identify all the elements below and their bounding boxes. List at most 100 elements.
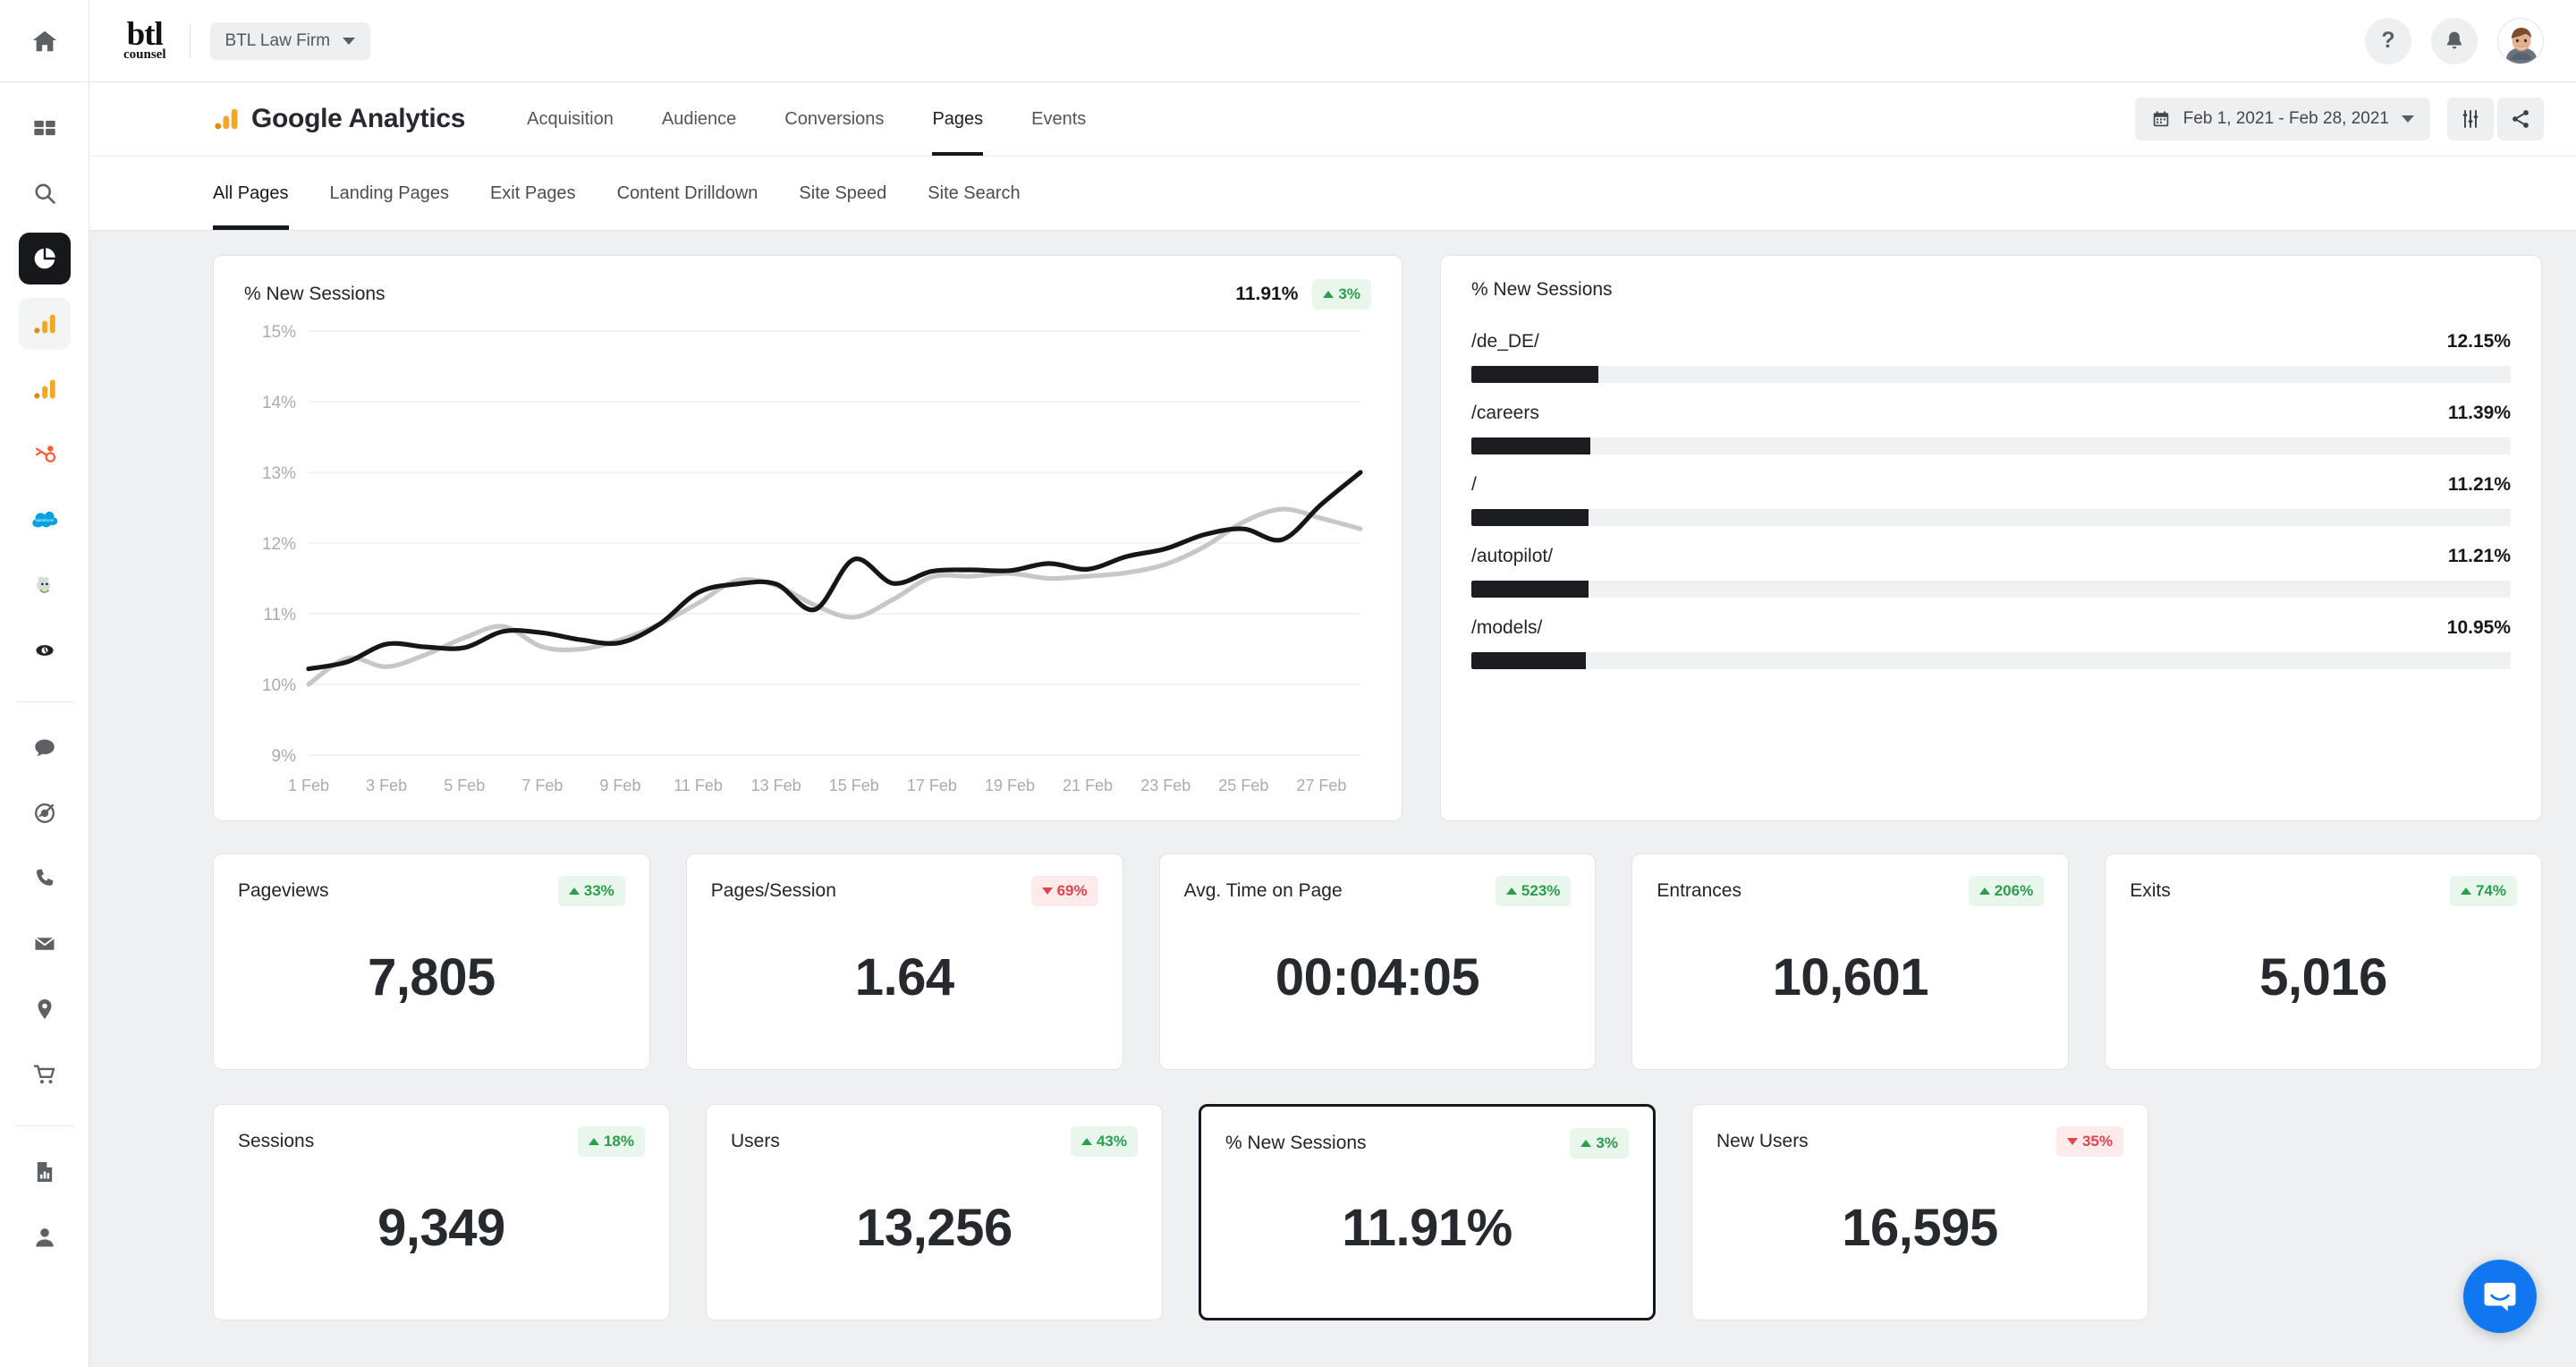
- sidebar-item-reports[interactable]: [18, 233, 71, 284]
- subtab-site-search[interactable]: Site Search: [907, 157, 1040, 230]
- new-sessions-chart-card: % New Sessions 11.91% 3% 15% 14% 13% 12% 11%…: [213, 255, 1402, 821]
- tab-acquisition[interactable]: Acquisition: [503, 82, 638, 156]
- list-item-bar-fill: [1471, 437, 1590, 454]
- brand-logo-main: btl: [126, 15, 164, 53]
- metric-card-label: Entrances: [1657, 880, 1741, 901]
- metric-card[interactable]: Pages/Session 69% 1.64: [685, 853, 1123, 1070]
- list-item[interactable]: /de_DE/12.15%: [1471, 331, 2511, 383]
- date-range-picker[interactable]: Feb 1, 2021 - Feb 28, 2021: [2134, 98, 2430, 140]
- avatar[interactable]: [2497, 17, 2544, 64]
- metric-card-header: Exits 74%: [2130, 876, 2517, 906]
- list-item-line: /careers 11.39%: [1471, 403, 2511, 424]
- sidebar-item-mailchimp[interactable]: [19, 559, 71, 611]
- workspace-selector[interactable]: BTL Law Firm: [209, 21, 371, 60]
- metric-card-delta-label: 35%: [2081, 1133, 2113, 1150]
- tab-audience[interactable]: Audience: [638, 82, 760, 156]
- subtab-landing-pages[interactable]: Landing Pages: [309, 157, 470, 230]
- list-item-line: /autopilot/11.21%: [1471, 546, 2511, 567]
- list-item-bar-track: [1471, 652, 2511, 669]
- sidebar-item-salesforce[interactable]: salesforce: [19, 494, 71, 546]
- envelope-icon: [34, 937, 55, 950]
- top-bar: btl counsel BTL Law Firm ?: [89, 0, 2576, 82]
- secondary-tabs: All Pages Landing Pages Exit Pages Conte…: [89, 157, 2576, 231]
- x-axis-tick-label: 1 Feb: [288, 777, 329, 794]
- metric-card[interactable]: Sessions 18% 9,349: [213, 1104, 670, 1320]
- sidebar-item-google-analytics-alt[interactable]: [19, 363, 71, 415]
- metric-card[interactable]: New Users 35% 16,595: [1691, 1104, 2148, 1320]
- metric-card-header: Users 43%: [731, 1126, 1138, 1157]
- list-item-line: /de_DE/12.15%: [1471, 331, 2511, 352]
- filter-button[interactable]: [2447, 98, 2494, 140]
- metric-card[interactable]: Entrances 206% 10,601: [1631, 853, 2070, 1070]
- mailchimp-icon: [36, 576, 50, 593]
- subtab-site-speed[interactable]: Site Speed: [778, 157, 907, 230]
- help-button[interactable]: ?: [2365, 17, 2411, 64]
- metric-card-value: 1.64: [854, 947, 954, 1006]
- list-item-bar-fill: [1471, 509, 1589, 526]
- pie-chart-icon: [34, 248, 55, 269]
- chevron-down-icon: [343, 37, 356, 45]
- metric-card[interactable]: Avg. Time on Page 523% 00:04:05: [1158, 853, 1597, 1070]
- status-badge: 18%: [577, 1126, 645, 1157]
- status-badge: 206%: [1968, 876, 2045, 906]
- metric-card-header: Pages/Session 69%: [711, 876, 1098, 906]
- metric-card-header: Sessions 18%: [238, 1126, 645, 1157]
- sidebar-item-dashboard[interactable]: [19, 102, 71, 154]
- line-chart-plot: 15% 14% 13% 12% 11% 10% 9% 1 Feb 3 Feb 5 Feb 7 Feb…: [244, 322, 1373, 805]
- tab-events[interactable]: Events: [1007, 82, 1110, 156]
- sidebar-item-google-analytics[interactable]: [18, 298, 71, 350]
- share-button[interactable]: [2497, 98, 2544, 140]
- metric-card-label: % New Sessions: [1225, 1133, 1367, 1153]
- list-item-value: 11.39%: [2447, 403, 2511, 423]
- metric-card[interactable]: % New Sessions 3% 11.91%: [1199, 1104, 1656, 1320]
- x-axis-tick-label: 13 Feb: [751, 777, 801, 794]
- sidebar-item-hubspot[interactable]: [19, 429, 71, 480]
- sidebar-item-account[interactable]: [19, 1211, 71, 1263]
- list-item-label: /: [1471, 474, 1477, 495]
- sidebar-item-visitor-tracking[interactable]: [19, 624, 71, 676]
- triangle-down-icon: [2066, 1138, 2078, 1145]
- tab-conversions[interactable]: Conversions: [760, 82, 908, 156]
- subtab-exit-pages[interactable]: Exit Pages: [470, 157, 597, 230]
- metric-card[interactable]: Exits 74% 5,016: [2105, 853, 2542, 1070]
- calendar-icon: [2153, 111, 2168, 127]
- metric-card[interactable]: Users 43% 13,256: [706, 1104, 1163, 1320]
- metric-card-delta-label: 18%: [603, 1133, 634, 1150]
- list-card-header: % New Sessions: [1471, 279, 2511, 301]
- list-item-value: 11.21%: [2447, 474, 2511, 495]
- sidebar-item-locations[interactable]: [19, 983, 71, 1035]
- intercom-launcher-button[interactable]: [2463, 1260, 2537, 1333]
- list-item[interactable]: /models/10.95%: [1471, 617, 2511, 669]
- tab-pages[interactable]: Pages: [908, 82, 1007, 156]
- metric-card-header: Avg. Time on Page 523%: [1184, 876, 1572, 906]
- sidebar-item-calls[interactable]: [19, 853, 71, 904]
- sidebar-item-search[interactable]: [19, 167, 71, 219]
- status-badge: 69%: [1030, 876, 1098, 906]
- chart-card-delta-badge: 3%: [1312, 279, 1371, 310]
- list-item[interactable]: /careers 11.39%: [1471, 403, 2511, 454]
- list-item[interactable]: / 11.21%: [1471, 474, 2511, 526]
- sidebar-item-ecommerce[interactable]: [19, 1049, 71, 1100]
- sidebar-item-chat[interactable]: [19, 722, 71, 774]
- phone-icon: [36, 869, 53, 886]
- metric-card-value: 11.91%: [1342, 1198, 1513, 1257]
- subtab-content-drilldown[interactable]: Content Drilldown: [597, 157, 779, 230]
- metric-card[interactable]: Pageviews 33% 7,805: [213, 853, 650, 1070]
- metric-card-value: 7,805: [368, 947, 496, 1006]
- x-axis-tick-label: 23 Feb: [1140, 777, 1191, 794]
- triangle-up-icon: [1080, 1138, 1092, 1145]
- sidebar-item-email[interactable]: [19, 918, 71, 970]
- google-analytics-bars-icon: [215, 108, 238, 130]
- share-icon: [2512, 110, 2529, 128]
- list-item[interactable]: /autopilot/11.21%: [1471, 546, 2511, 598]
- svg-text:salesforce: salesforce: [35, 518, 54, 522]
- rail-home-button[interactable]: [0, 0, 89, 82]
- analytics-header-actions: Feb 1, 2021 - Feb 28, 2021: [2134, 98, 2544, 140]
- notifications-button[interactable]: [2431, 17, 2478, 64]
- sidebar-item-reports-document[interactable]: [19, 1146, 71, 1198]
- location-pin-icon: [38, 999, 51, 1019]
- metric-card-header: Pageviews 33%: [238, 876, 625, 906]
- subtab-all-pages[interactable]: All Pages: [213, 157, 309, 230]
- sidebar-item-ads[interactable]: [19, 787, 71, 839]
- triangle-up-icon: [568, 887, 580, 895]
